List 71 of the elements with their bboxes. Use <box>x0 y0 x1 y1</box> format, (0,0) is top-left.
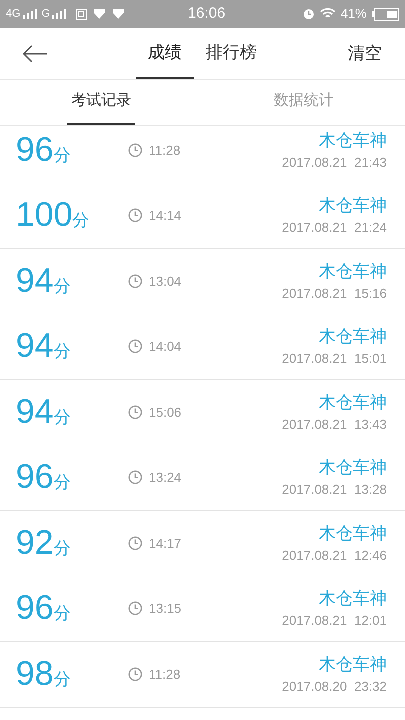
duration: 14:04 <box>149 338 182 356</box>
date: 2017.08.21 15:16 <box>282 284 387 303</box>
score-unit: 分 <box>54 602 71 625</box>
score: 94 <box>16 328 54 363</box>
sim-icon <box>76 8 88 20</box>
alarm-icon <box>302 8 315 20</box>
shield-icon <box>112 8 126 20</box>
score: 94 <box>16 394 54 429</box>
score-unit: 分 <box>54 144 71 167</box>
score-unit: 分 <box>54 472 71 494</box>
battery-icon <box>372 8 399 20</box>
date: 2017.08.21 12:01 <box>282 612 387 630</box>
clock-icon <box>128 274 143 289</box>
duration: 11:28 <box>149 142 181 160</box>
score: 92 <box>16 526 54 560</box>
user-name: 木仓车神 <box>319 588 387 610</box>
duration: 11:28 <box>149 666 181 684</box>
user-name: 木仓车神 <box>319 260 387 283</box>
score: 94 <box>16 264 54 298</box>
signal-icon <box>22 9 37 19</box>
score: 100 <box>16 198 73 232</box>
duration: 15:06 <box>149 404 182 422</box>
network-label: 4G <box>6 6 21 22</box>
score-unit: 分 <box>54 406 71 429</box>
score-unit: 分 <box>72 210 90 232</box>
date: 2017.08.21 13:43 <box>282 416 387 434</box>
date: 2017.08.21 15:01 <box>282 350 387 368</box>
user-name: 木仓车神 <box>319 130 387 152</box>
user-name: 木仓车神 <box>319 194 387 217</box>
clock-time: 16:06 <box>188 4 227 24</box>
clock-icon <box>128 208 143 223</box>
tab[interactable]: 成绩 <box>136 28 194 79</box>
user-name: 木仓车神 <box>319 456 387 479</box>
score: 96 <box>16 460 54 494</box>
date: 2017.08.20 23:32 <box>282 678 387 696</box>
score: 98 <box>16 656 54 691</box>
user-name: 木仓车神 <box>319 654 387 676</box>
clock-icon <box>128 601 143 616</box>
duration: 13:24 <box>149 468 182 487</box>
signal-icon <box>52 9 66 19</box>
battery-percent: 41% <box>340 5 367 24</box>
clock-icon <box>128 339 143 354</box>
date: 2017.08.21 21:24 <box>282 218 387 237</box>
user-name: 木仓车神 <box>319 392 387 414</box>
clock-icon <box>128 667 143 682</box>
sub-tab[interactable]: 考试记录 <box>67 80 136 125</box>
tab[interactable]: 排行榜 <box>194 28 269 79</box>
date: 2017.08.21 13:28 <box>282 480 387 499</box>
score-unit: 分 <box>54 340 71 363</box>
clear-button[interactable]: 清空 <box>325 28 405 79</box>
user-name: 木仓车神 <box>319 522 387 545</box>
duration: 13:04 <box>149 272 182 291</box>
clock-icon <box>128 536 143 551</box>
score-unit: 分 <box>54 668 71 691</box>
date: 2017.08.21 12:46 <box>282 546 387 565</box>
score: 96 <box>16 590 54 625</box>
score-unit: 分 <box>54 276 71 298</box>
wifi-icon <box>320 8 336 20</box>
duration: 14:17 <box>149 534 182 553</box>
score-unit: 分 <box>54 538 71 560</box>
clock-icon <box>128 405 143 420</box>
user-name: 木仓车神 <box>319 326 387 348</box>
score: 96 <box>16 132 54 167</box>
clock-icon <box>128 143 143 158</box>
date: 2017.08.21 21:43 <box>282 154 387 172</box>
clock-icon <box>128 470 143 485</box>
back-arrow-icon <box>22 44 48 62</box>
duration: 14:14 <box>149 206 182 225</box>
shield-icon <box>93 8 106 20</box>
duration: 13:15 <box>149 600 182 618</box>
network-label: G <box>42 6 50 22</box>
